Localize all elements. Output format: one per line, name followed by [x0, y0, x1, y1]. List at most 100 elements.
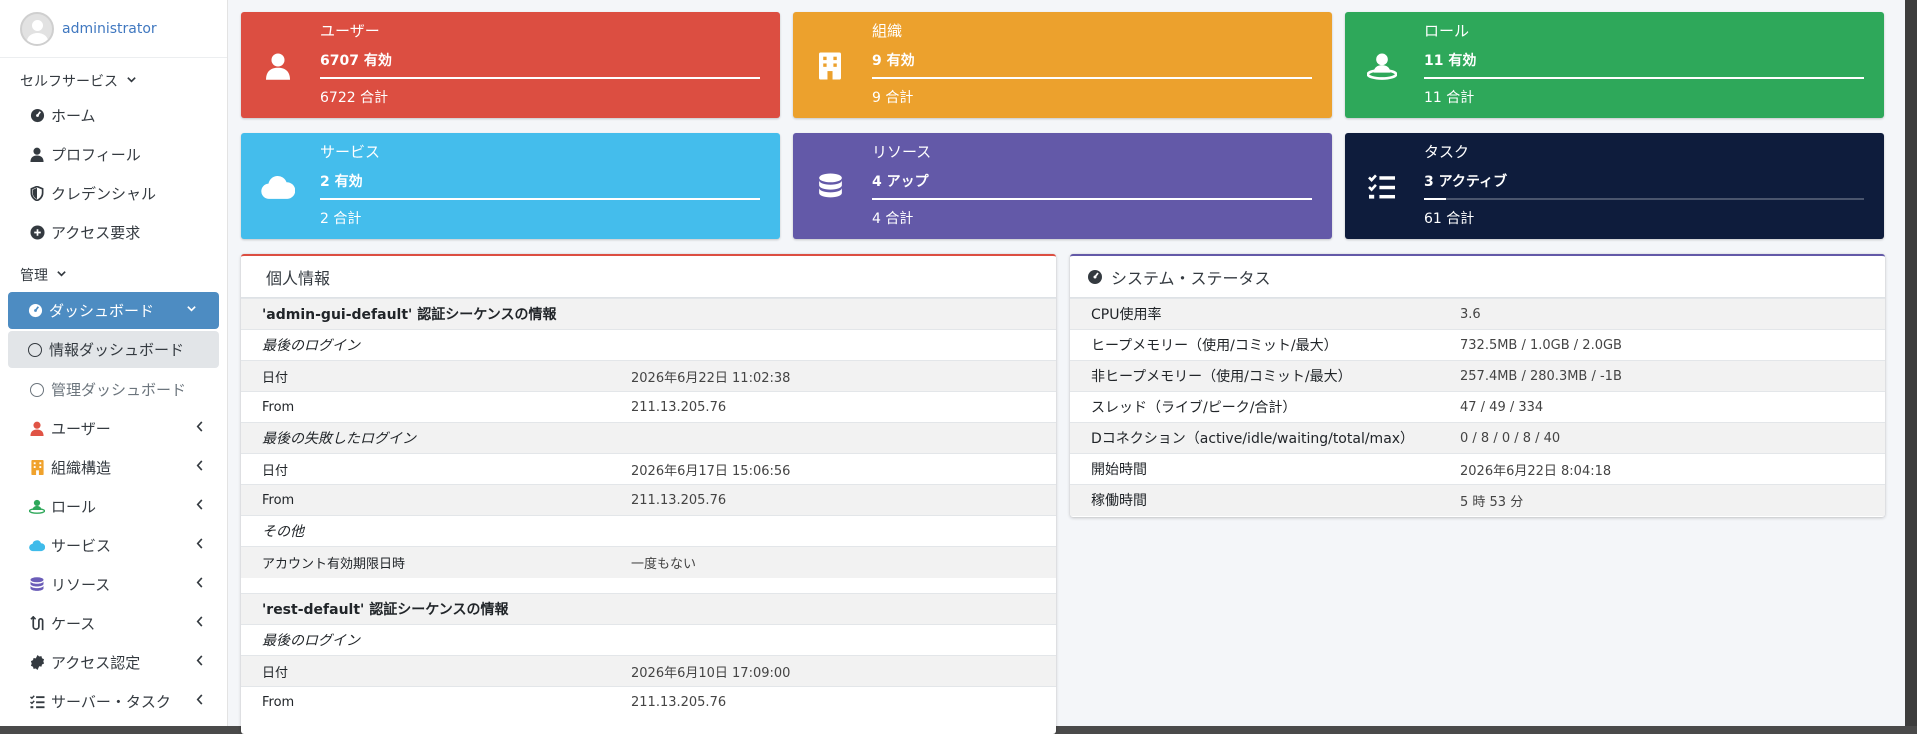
chevron-down-icon — [186, 303, 197, 318]
selfservice-header[interactable]: セルフサービス — [0, 66, 227, 96]
sidebar-item-self-2[interactable]: クレデンシャル — [0, 174, 227, 213]
row-value: 5 時 53 分 — [1460, 484, 1885, 516]
row-key: From — [241, 391, 631, 423]
card-header: システム・ステータス — [1070, 256, 1885, 298]
stat-box-total: 61 合計 — [1424, 211, 1475, 227]
card-header: 個人情報 — [241, 256, 1056, 298]
stat-box[interactable]: タスク 3 アクティブ 61 合計 — [1345, 133, 1884, 239]
stat-box[interactable]: ロール 11 有効 11 合計 — [1345, 12, 1884, 118]
row-value: 2026年6月17日 15:06:56 — [631, 453, 1056, 485]
chevron-left-icon — [195, 616, 205, 631]
row-key: From — [241, 484, 631, 516]
stat-box-title: ユーザー — [320, 22, 380, 40]
personal-info-title: 個人情報 — [266, 268, 331, 288]
table-row: ヒープメモリー（使用/コミット/最大） 732.5MB / 1.0GB / 2.… — [1070, 329, 1885, 361]
stat-box-total: 11 合計 — [1424, 90, 1475, 106]
table-row: 最後の失敗したログイン — [241, 422, 1056, 454]
row-value: 47 / 49 / 334 — [1460, 391, 1885, 423]
system-status-table: CPU使用率 3.6 ヒープメモリー（使用/コミット/最大） 732.5MB / … — [1070, 298, 1885, 516]
sidebar-subitem-info-dashboard[interactable]: 情報ダッシュボード — [8, 331, 219, 368]
selfservice-header-label: セルフサービス — [20, 74, 118, 90]
sidebar-item-label: 情報ダッシュボード — [49, 341, 185, 359]
chevron-left-icon — [195, 460, 205, 475]
sidebar-item-label: リソース — [51, 576, 111, 594]
row-key: CPU使用率 — [1070, 298, 1460, 330]
row-key: アカウント有効期限日時 — [241, 546, 631, 578]
sidebar-item-admin-0[interactable]: ユーザー — [0, 409, 227, 448]
personal-info-table: 'admin-gui-default' 認証シーケンスの情報 最後のログイン 日付 … — [241, 298, 1056, 718]
database-icon — [813, 170, 847, 204]
role-icon — [1365, 49, 1399, 83]
system-status-title: システム・ステータス — [1111, 268, 1271, 288]
user-name-link[interactable]: administrator — [62, 21, 157, 37]
progress-bar — [872, 77, 1312, 79]
sidebar-item-self-0[interactable]: ホーム — [0, 96, 227, 135]
chevron-left-icon — [195, 577, 205, 592]
table-row: 日付 2026年6月22日 11:02:38 — [241, 360, 1056, 392]
stat-box[interactable]: サービス 2 有効 2 合計 — [241, 133, 780, 239]
user-panel[interactable]: administrator — [0, 0, 227, 58]
table-row: 日付 2026年6月17日 15:06:56 — [241, 453, 1056, 485]
sidebar-item-admin-3[interactable]: サービス — [0, 526, 227, 565]
subsection-label: 最後のログイン — [241, 624, 1056, 656]
sidebar-item-label: ダッシュボード — [49, 302, 155, 320]
database-icon — [29, 576, 45, 593]
row-key: スレッド（ライブ/ピーク/合計） — [1070, 391, 1460, 423]
stat-box[interactable]: 組織 9 有効 9 合計 — [793, 12, 1332, 118]
dashboard-gauge-icon — [1087, 269, 1103, 285]
row-key: 開始時間 — [1070, 453, 1460, 485]
section-heading: 'rest-default' 認証シーケンスの情報 — [241, 593, 1056, 625]
building-icon — [813, 49, 847, 83]
row-value: 257.4MB / 280.3MB / -1B — [1460, 360, 1885, 392]
sidebar: administrator セルフサービス ホーム プロフィール クレデンシャル… — [0, 0, 228, 726]
avatar — [20, 11, 54, 46]
stat-box-total: 4 合計 — [872, 211, 914, 227]
sidebar-item-admin-4[interactable]: リソース — [0, 565, 227, 604]
sidebar-subitem-admin-dashboard[interactable]: 管理ダッシュボード — [0, 370, 227, 409]
chevron-left-icon — [195, 538, 205, 553]
sidebar-item-self-3[interactable]: アクセス要求 — [0, 213, 227, 252]
stat-box-title: 組織 — [872, 22, 903, 40]
sidebar-item-label: ユーザー — [51, 420, 111, 438]
app-window: administrator セルフサービス ホーム プロフィール クレデンシャル… — [0, 0, 1905, 734]
admin-header[interactable]: 管理 — [0, 260, 227, 290]
stat-box[interactable]: リソース 4 アップ 4 合計 — [793, 133, 1332, 239]
sidebar-item-admin-1[interactable]: 組織構造 — [0, 448, 227, 487]
task-list-icon — [29, 694, 45, 710]
row-value: 211.13.205.76 — [631, 484, 1056, 516]
sidebar-item-admin-6[interactable]: アクセス認定 — [0, 643, 227, 682]
sidebar-item-label: プロフィール — [51, 146, 141, 164]
building-icon — [29, 460, 45, 476]
window-edge — [1905, 0, 1917, 726]
system-status-card: システム・ステータス CPU使用率 3.6 ヒープメモリー（使用/コミット/最大）… — [1070, 254, 1885, 517]
table-row: From 211.13.205.76 — [241, 686, 1056, 718]
circle-icon — [29, 382, 45, 398]
table-row: From 211.13.205.76 — [241, 391, 1056, 423]
table-row: 開始時間 2026年6月22日 8:04:18 — [1070, 453, 1885, 485]
table-row: 'rest-default' 認証シーケンスの情報 — [241, 593, 1056, 625]
row-key: Dコネクション（active/idle/waiting/total/max） — [1070, 422, 1460, 454]
row-key: From — [241, 686, 631, 718]
user-icon — [261, 49, 295, 83]
sidebar-item-label: ケース — [51, 615, 96, 633]
sidebar-item-admin-7[interactable]: サーバー・タスク — [0, 682, 227, 721]
sidebar-item-admin-2[interactable]: ロール — [0, 487, 227, 526]
subsection-label: 最後のログイン — [241, 329, 1056, 361]
progress-bar — [1424, 77, 1864, 79]
stat-box-number: 6707 有効 — [320, 53, 392, 69]
user-icon — [29, 421, 45, 437]
stat-box-number: 9 有効 — [872, 53, 915, 69]
stat-box[interactable]: ユーザー 6707 有効 6722 合計 — [241, 12, 780, 118]
section-heading: 'admin-gui-default' 認証シーケンスの情報 — [241, 298, 1056, 330]
sidebar-item-self-1[interactable]: プロフィール — [0, 135, 227, 174]
row-value: 2026年6月22日 8:04:18 — [1460, 453, 1885, 485]
stat-box-title: リソース — [872, 143, 932, 161]
subsection-label: その他 — [241, 515, 1056, 547]
stat-box-total: 9 合計 — [872, 90, 914, 106]
sidebar-item-label: ロール — [51, 498, 97, 516]
sidebar-item-admin-5[interactable]: ケース — [0, 604, 227, 643]
row-key: 日付 — [241, 360, 631, 392]
sidebar-item-dashboard[interactable]: ダッシュボード — [8, 292, 219, 329]
stat-box-title: ロール — [1424, 22, 1470, 40]
row-value: 0 / 8 / 0 / 8 / 40 — [1460, 422, 1885, 454]
